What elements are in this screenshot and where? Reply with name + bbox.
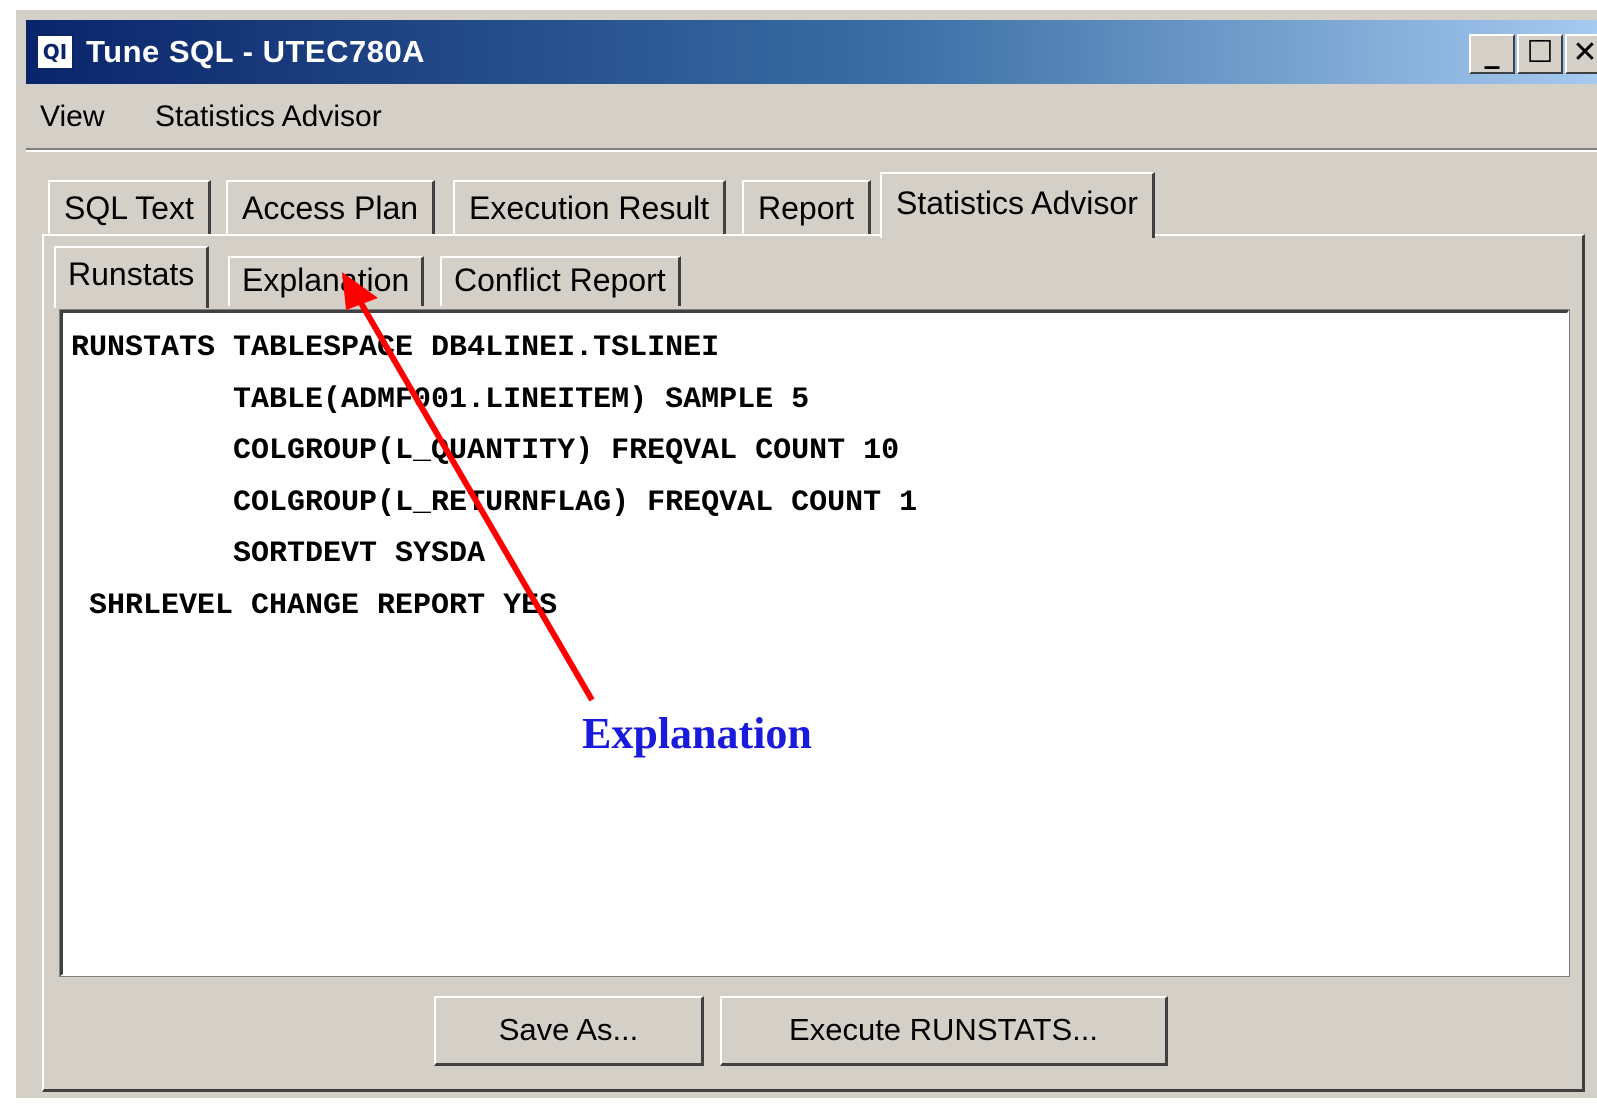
- arrow-head: [342, 272, 378, 310]
- subtab-runstats[interactable]: Runstats: [54, 246, 210, 308]
- tab-statistics-advisor[interactable]: Statistics Advisor: [880, 172, 1155, 238]
- arrow-shaft: [355, 296, 595, 702]
- callout-arrow-icon: [342, 272, 595, 702]
